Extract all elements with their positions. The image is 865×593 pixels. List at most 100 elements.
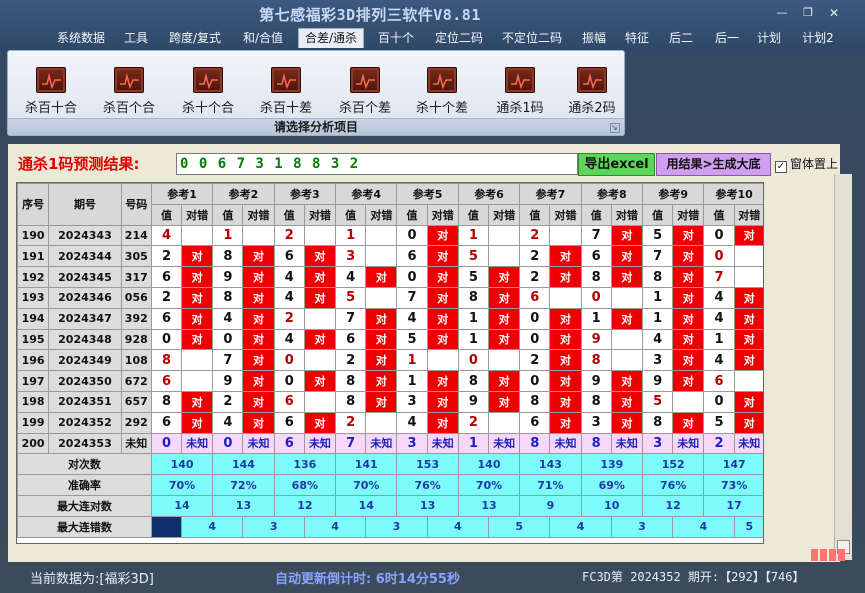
menu-item[interactable]: 系统数据	[50, 28, 112, 48]
menu-item[interactable]: 工具	[118, 28, 154, 48]
ribbon-button[interactable]: 杀百十合	[14, 65, 88, 119]
stat-value: 73%	[703, 474, 763, 496]
cell-value: 6	[519, 411, 551, 434]
cell-number: 657	[120, 390, 152, 413]
cell-result: 未知	[365, 432, 398, 455]
cell-value: 5	[641, 390, 674, 413]
table-row[interactable]: 194 2024347 392 6 对 4 对 2 7 对 4 对 1 对 0 对 1 对 1 对 4 对	[17, 307, 763, 330]
table-row[interactable]: 197 2024350 672 6 9 对 0 对 8 对 1 对 8 对 0 对 9 对 9 对 6	[17, 370, 763, 392]
cell-value: 9	[212, 266, 244, 288]
cell-result: 对	[181, 390, 214, 413]
generate-base-button[interactable]: 用结果>生成大底	[656, 153, 771, 176]
cell-value: 0	[519, 370, 551, 392]
cell-seq: 192	[17, 266, 50, 288]
menu-item[interactable]: 跨度/复式	[162, 28, 228, 48]
cell-result: 对	[242, 411, 275, 434]
cell-result	[365, 286, 398, 309]
header-result: 对错	[549, 203, 582, 226]
cell-result: 对	[303, 411, 337, 434]
menu-item[interactable]: 计划	[752, 28, 786, 48]
cell-value: 4	[273, 328, 305, 351]
menu-item[interactable]: 和/合值	[236, 28, 290, 48]
stat-value: 143	[519, 453, 582, 476]
stat-row: 对次数 140 144 136 141 153 140 143 139 152 147	[17, 453, 763, 476]
table-row[interactable]: 195 2024348 928 0 对 0 对 4 对 6 对 5 对 1 对 0 对 9 4 对 1 对	[17, 328, 763, 351]
table-row[interactable]: 191 2024344 305 2 对 8 对 6 对 3 6 对 5 2 对 6 对 7 对 0	[17, 245, 763, 268]
cell-period: 2024350	[48, 370, 122, 392]
cell-seq: 200	[17, 432, 50, 455]
menu-item[interactable]: 百十个	[372, 28, 420, 48]
cell-value: 3	[396, 390, 428, 413]
menu-item[interactable]: 后一	[708, 28, 746, 48]
cell-value: 8	[580, 349, 612, 372]
stat-label: 最大连错数	[17, 515, 152, 538]
cell-value: 5	[457, 245, 490, 268]
cell-value: 8	[519, 390, 551, 413]
ribbon-button[interactable]: 通杀2码	[555, 65, 629, 119]
menu-item[interactable]: 定位二码	[429, 28, 489, 48]
topmost-toggle[interactable]: ✓ 窗体置上	[775, 155, 838, 173]
menu-item[interactable]: 计划2	[795, 28, 841, 48]
ribbon-button[interactable]: 杀百个合	[92, 65, 166, 119]
cell-period: 2024346	[48, 286, 122, 309]
prediction-result-field[interactable]: 0 0 6 7 3 1 8 8 3 2	[176, 153, 578, 175]
chart-icon	[114, 67, 144, 93]
cell-value: 6	[273, 245, 305, 268]
cell-result: 对	[733, 411, 763, 434]
cell-value: 4	[641, 328, 674, 351]
table-row[interactable]: 190 2024343 214 4 1 2 1 0 对 1 2 7 对 5 对 0 对	[17, 224, 763, 247]
stat-value: 70%	[150, 474, 214, 496]
cell-value: 0	[703, 390, 735, 413]
cell-result: 对	[488, 370, 521, 392]
ribbon-button[interactable]: 通杀1码	[483, 65, 557, 119]
cell-value: 6	[703, 370, 735, 392]
topmost-checkbox[interactable]: ✓	[775, 161, 787, 173]
ribbon-button[interactable]: 杀百十差	[249, 65, 323, 119]
cell-value: 3	[335, 245, 367, 268]
cell-result	[672, 390, 705, 413]
cell-value: 2	[273, 224, 305, 247]
table-row[interactable]: 192 2024345 317 6 对 9 对 4 对 4 对 0 对 5 对 2 对 8 对 8 对 7	[17, 266, 763, 288]
table-row[interactable]: 193 2024346 056 2 对 8 对 4 对 5 7 对 8 对 6 0 1 对 4 对	[17, 286, 763, 309]
ribbon-button[interactable]: 杀十个合	[171, 65, 245, 119]
ribbon-button[interactable]: 杀十个差	[405, 65, 479, 119]
menu-item[interactable]: 特征	[618, 28, 656, 48]
restore-button[interactable]: ❐	[797, 6, 819, 20]
chart-icon	[193, 67, 223, 93]
stat-marker	[150, 515, 183, 538]
cell-value: 4	[335, 266, 367, 288]
cell-value: 5	[396, 328, 428, 351]
cell-value: 6	[150, 266, 183, 288]
stat-row: 最大连对数 14 13 12 14 13 13 9 10 12 17	[17, 494, 763, 517]
menu-item[interactable]: 不定位二码	[495, 28, 569, 48]
cell-result: 对	[672, 349, 705, 372]
cell-value: 4	[273, 286, 305, 309]
header-ref: 参考2	[212, 183, 275, 205]
stat-value: 4	[672, 515, 735, 538]
cell-seq: 199	[17, 411, 50, 434]
ribbon-button[interactable]: 杀百个差	[328, 65, 402, 119]
cell-value: 0	[273, 370, 305, 392]
menu-item[interactable]: 振幅	[577, 28, 611, 48]
cell-value: 9	[457, 390, 490, 413]
menu-item[interactable]: 后二	[663, 28, 699, 48]
export-excel-button[interactable]: 导出excel	[578, 153, 655, 176]
menu-item[interactable]: 合差/通杀	[298, 28, 364, 48]
cell-result	[365, 411, 398, 434]
vertical-scrollbar[interactable]	[834, 174, 852, 560]
pending-row[interactable]: 200 2024353 未知 0 未知 0 未知 6 未知 7 未知 3 未知 1 未知 8 未知 8 未知 3 未知 2…	[17, 432, 763, 455]
table-row[interactable]: 199 2024352 292 6 对 4 对 6 对 2 4 对 2 6 对 3 对 8 对 5 对	[17, 411, 763, 434]
cell-result: 对	[242, 370, 275, 392]
close-button[interactable]: ✕	[823, 6, 845, 20]
ribbon-launcher-icon[interactable]: ↘	[610, 123, 620, 133]
table-row[interactable]: 196 2024349 108 8 7 对 0 2 对 1 0 2 对 8 3 对 4 对	[17, 349, 763, 372]
chart-icon	[577, 67, 607, 93]
cell-period: 2024344	[48, 245, 122, 268]
cell-value: 9	[212, 370, 244, 392]
table-row[interactable]: 198 2024351 657 8 对 2 对 6 8 对 3 对 9 对 8 对 8 对 5 0 对	[17, 390, 763, 413]
cell-result: 对	[181, 411, 214, 434]
minimize-button[interactable]: —	[771, 6, 793, 20]
chart-icon	[505, 67, 535, 93]
cell-value: 4	[212, 411, 244, 434]
cell-number: 108	[120, 349, 152, 372]
